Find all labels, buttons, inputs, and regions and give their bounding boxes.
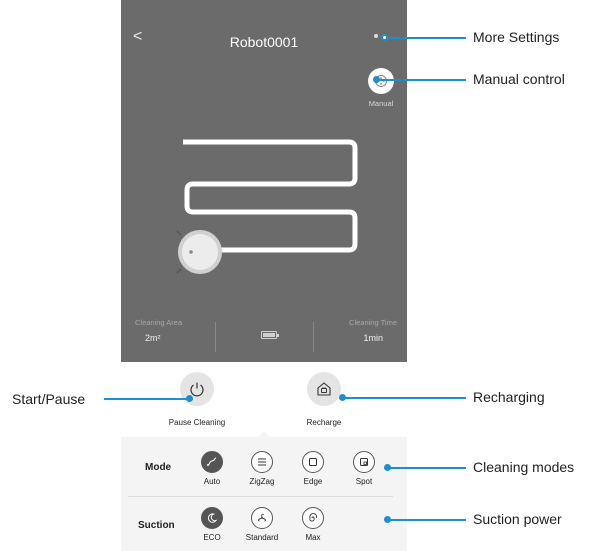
mode-option-spot[interactable]: Spot <box>344 451 384 486</box>
callout-dot <box>186 395 193 402</box>
callout-line <box>390 467 466 469</box>
zigzag-icon <box>251 451 273 473</box>
divider <box>313 322 314 352</box>
suction-option-standard[interactable]: Standard <box>242 507 282 542</box>
callout-line <box>104 398 188 400</box>
callout-more-settings: More Settings <box>473 29 560 45</box>
mode-label-spot: Spot <box>355 477 373 486</box>
suction-option-eco[interactable]: ECO <box>192 507 232 542</box>
mode-label-zigzag: ZigZag <box>249 477 275 486</box>
max-swirl-icon <box>302 507 324 529</box>
robot-icon <box>176 230 222 274</box>
recharge-button[interactable] <box>307 372 341 406</box>
pause-cleaning-button[interactable] <box>180 372 214 406</box>
battery-icon <box>261 331 279 339</box>
divider <box>128 496 393 497</box>
mode-label-edge: Edge <box>303 477 323 486</box>
mode-label-auto: Auto <box>203 477 221 486</box>
callout-suction-power: Suction power <box>473 511 562 527</box>
callout-manual-control: Manual control <box>473 71 565 87</box>
home-charge-icon <box>317 382 331 396</box>
callout-line <box>390 519 466 521</box>
auto-path-icon <box>201 451 223 473</box>
cleaning-area-label: Cleaning Area <box>135 318 183 327</box>
cleaning-area-stat: Cleaning Area 2m² <box>135 318 215 343</box>
divider <box>215 322 216 352</box>
mode-option-auto[interactable]: Auto <box>192 451 232 486</box>
suction-title: Suction <box>138 520 175 531</box>
callout-line <box>379 79 466 81</box>
cleaning-stats: Cleaning Area 2m² Cleaning Time 1min <box>121 318 407 358</box>
spot-icon <box>353 451 375 473</box>
fan-icon <box>251 507 273 529</box>
suction-label-max: Max <box>305 533 321 542</box>
edge-icon <box>302 451 324 473</box>
callout-start-pause: Start/Pause <box>12 391 86 407</box>
mode-option-zigzag[interactable]: ZigZag <box>242 451 282 486</box>
cleaning-time-stat: Cleaning Time 1min <box>317 318 397 343</box>
robot-map-screen: < Robot0001 Manual Cleaning Area 2m² Cle… <box>121 0 407 362</box>
cleaning-area-value: 2m² <box>145 333 161 343</box>
cleaning-time-value: 1min <box>363 333 383 343</box>
cleaning-path-map <box>176 139 358 274</box>
recharge-label: Recharge <box>306 418 342 427</box>
mode-option-edge[interactable]: Edge <box>293 451 333 486</box>
callout-line <box>345 397 466 399</box>
suction-label-eco: ECO <box>203 533 221 542</box>
callout-recharging: Recharging <box>473 389 545 405</box>
callout-dot <box>381 34 388 41</box>
eco-moon-icon <box>201 507 223 529</box>
mode-title: Mode <box>145 462 172 473</box>
suction-label-standard: Standard <box>245 533 279 542</box>
cleaning-time-label: Cleaning Time <box>349 318 397 327</box>
callout-line <box>389 37 466 39</box>
callout-cleaning-modes: Cleaning modes <box>473 459 575 475</box>
pause-cleaning-label: Pause Cleaning <box>168 418 226 427</box>
suction-option-max[interactable]: Max <box>293 507 333 542</box>
